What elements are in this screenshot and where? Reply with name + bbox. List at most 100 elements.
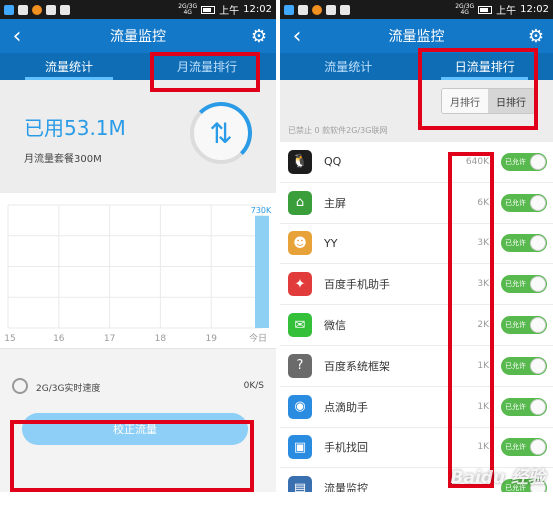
tab-bar: 流量统计 日流量排行: [280, 53, 553, 80]
shield-icon: [4, 4, 14, 15]
shield-icon: [284, 4, 294, 15]
app-name: YY: [324, 236, 338, 250]
app-usage: 640K: [465, 156, 489, 167]
back-icon[interactable]: ‹: [286, 19, 308, 53]
x-tick-label: 今日: [249, 332, 267, 344]
app-usage: 2K: [477, 320, 489, 331]
toggle-label: 已允许: [505, 280, 526, 289]
speed-value: 0K/S: [243, 381, 264, 391]
battery-icon: [201, 5, 216, 14]
app-row[interactable]: ✉ 微信 2K 已允许: [280, 305, 553, 346]
app-name: 微信: [324, 319, 346, 333]
toggle-knob: [530, 153, 546, 170]
network-indicator: 2G/3G 4G: [178, 3, 197, 16]
ranking-period-toggle: 月排行 日排行: [441, 88, 535, 114]
back-icon[interactable]: ‹: [6, 19, 28, 53]
toggle-knob: [530, 357, 546, 374]
gear-icon[interactable]: ⚙: [248, 19, 270, 53]
app-name: 点滴助手: [324, 400, 368, 414]
yy-mascot-icon: ☻: [288, 231, 312, 256]
app-name: 主屏: [324, 196, 346, 210]
tab-monthly-ranking[interactable]: 月流量排行: [138, 53, 276, 80]
tab-traffic-stats[interactable]: 流量统计: [0, 53, 138, 80]
usage-summary: 已用53.1M 月流量套餐300M ⇅: [0, 80, 276, 193]
used-amount: 已用53.1M: [24, 116, 126, 140]
disabled-apps-note: 已禁止 0 款软件2G/3G联网: [288, 126, 388, 135]
watermark: Baidu 经验: [450, 468, 545, 488]
bar-data-label: 730K: [251, 206, 272, 215]
network-permission-toggle[interactable]: 已允许: [501, 316, 547, 335]
gear-icon[interactable]: ⚙: [525, 19, 547, 53]
app-usage: 3K: [477, 279, 489, 290]
toggle-knob: [530, 398, 546, 415]
app-row[interactable]: ☻ YY 3K 已允许: [280, 224, 553, 265]
sync-arrows-icon: ⇅: [209, 116, 233, 150]
toggle-label: 已允许: [505, 198, 526, 207]
app-usage-list: 🐧 QQ 640K 已允许 ⌂ 主屏 6K 已允许 ☻ YY 3K 已允许 ✦ 百度手机助手 3K 已允许 ✉ 微…: [280, 142, 553, 492]
app-row[interactable]: ✦ 百度手机助手 3K 已允许: [280, 264, 553, 306]
toggle-knob: [530, 194, 546, 211]
app-name: QQ: [324, 155, 342, 169]
clock: 12:02: [520, 4, 549, 15]
app-row[interactable]: ⌂ 主屏 6K 已允许: [280, 183, 553, 224]
network-permission-toggle[interactable]: 已允许: [501, 438, 547, 457]
app-usage: 1K: [477, 401, 489, 412]
browser-icon: [32, 4, 42, 15]
baidu-assistant-icon: ✦: [288, 272, 312, 297]
app-usage: 1K: [477, 442, 489, 453]
page-title: 流量监控: [110, 29, 166, 45]
network-permission-toggle[interactable]: 已允许: [501, 193, 547, 212]
monthly-plan: 月流量套餐300M: [24, 154, 102, 165]
network-gen-label: 4G: [183, 8, 192, 16]
page-title: 流量监控: [388, 29, 445, 45]
ranking-header: 月排行 日排行 已禁止 0 款软件2G/3G联网: [280, 80, 553, 142]
title-bar: ‹ 流量监控 ⚙: [280, 19, 553, 53]
app-name: 手机找回: [324, 441, 368, 455]
app-usage: 3K: [477, 238, 489, 249]
toggle-label: 已允许: [505, 443, 526, 452]
sync-button[interactable]: ⇅: [190, 102, 252, 164]
tab-daily-ranking[interactable]: 日流量排行: [417, 53, 553, 80]
realtime-speed: 2G/3G实时速度 0K/S: [0, 348, 276, 408]
status-bar: 2G/3G 4G 上午 12:02: [280, 0, 553, 19]
chart-canvas: 15 16 17 18 19 730K 今日: [4, 204, 272, 344]
tab-bar: 流量统计 月流量排行: [0, 53, 276, 80]
calibrate-traffic-button[interactable]: 校正流量: [22, 413, 248, 445]
network-permission-toggle[interactable]: 已允许: [501, 275, 547, 294]
meridiem: 上午: [219, 6, 240, 17]
toggle-knob: [530, 439, 546, 456]
app-name: 流量监控: [324, 482, 368, 492]
daily-ranking-button[interactable]: 日排行: [488, 89, 534, 113]
app-row[interactable]: ? 百度系统框架 1K 已允许: [280, 346, 553, 387]
daily-usage-chart: 15 16 17 18 19 730K 今日: [0, 193, 276, 348]
network-permission-toggle[interactable]: 已允许: [501, 356, 547, 375]
toggle-knob: [530, 235, 546, 252]
network-permission-toggle[interactable]: 已允许: [501, 397, 547, 416]
tab-traffic-stats[interactable]: 流量统计: [280, 53, 417, 80]
toggle-knob: [530, 276, 546, 293]
toggle-label: 已允许: [505, 239, 526, 248]
network-permission-toggle[interactable]: 已允许: [501, 152, 547, 171]
network-permission-toggle[interactable]: 已允许: [501, 234, 547, 253]
daily-ranking-screen: 2G/3G 4G 上午 12:02 ‹ 流量监控 ⚙ 流量统计 日流量排行 月排…: [280, 0, 553, 492]
toggle-label: 已允许: [505, 361, 526, 370]
toggle-label: 已允许: [505, 402, 526, 411]
x-tick-label: 18: [155, 334, 167, 344]
status-bar: 2G/3G 4G 上午 12:02: [0, 0, 276, 19]
usb-icon: [326, 4, 336, 15]
baidu-framework-icon: ?: [288, 353, 312, 378]
clock: 12:02: [243, 4, 272, 15]
home-icon: ⌂: [288, 190, 312, 215]
app-row[interactable]: 🐧 QQ 640K 已允许: [280, 142, 553, 183]
app-row[interactable]: ◉ 点滴助手 1K 已允许: [280, 387, 553, 428]
x-tick-label: 17: [104, 334, 115, 344]
calibrate-area: 校正流量: [0, 408, 276, 473]
water-drop-icon: ◉: [288, 394, 312, 419]
toggle-knob: [530, 317, 546, 334]
network-indicator: 2G/3G 4G: [455, 3, 474, 16]
monthly-ranking-button[interactable]: 月排行: [442, 89, 488, 113]
title-bar: ‹ 流量监控 ⚙: [0, 19, 276, 53]
screenshot-icon: [60, 4, 70, 15]
x-tick-label: 16: [53, 334, 65, 344]
notification-icons: [284, 4, 350, 15]
